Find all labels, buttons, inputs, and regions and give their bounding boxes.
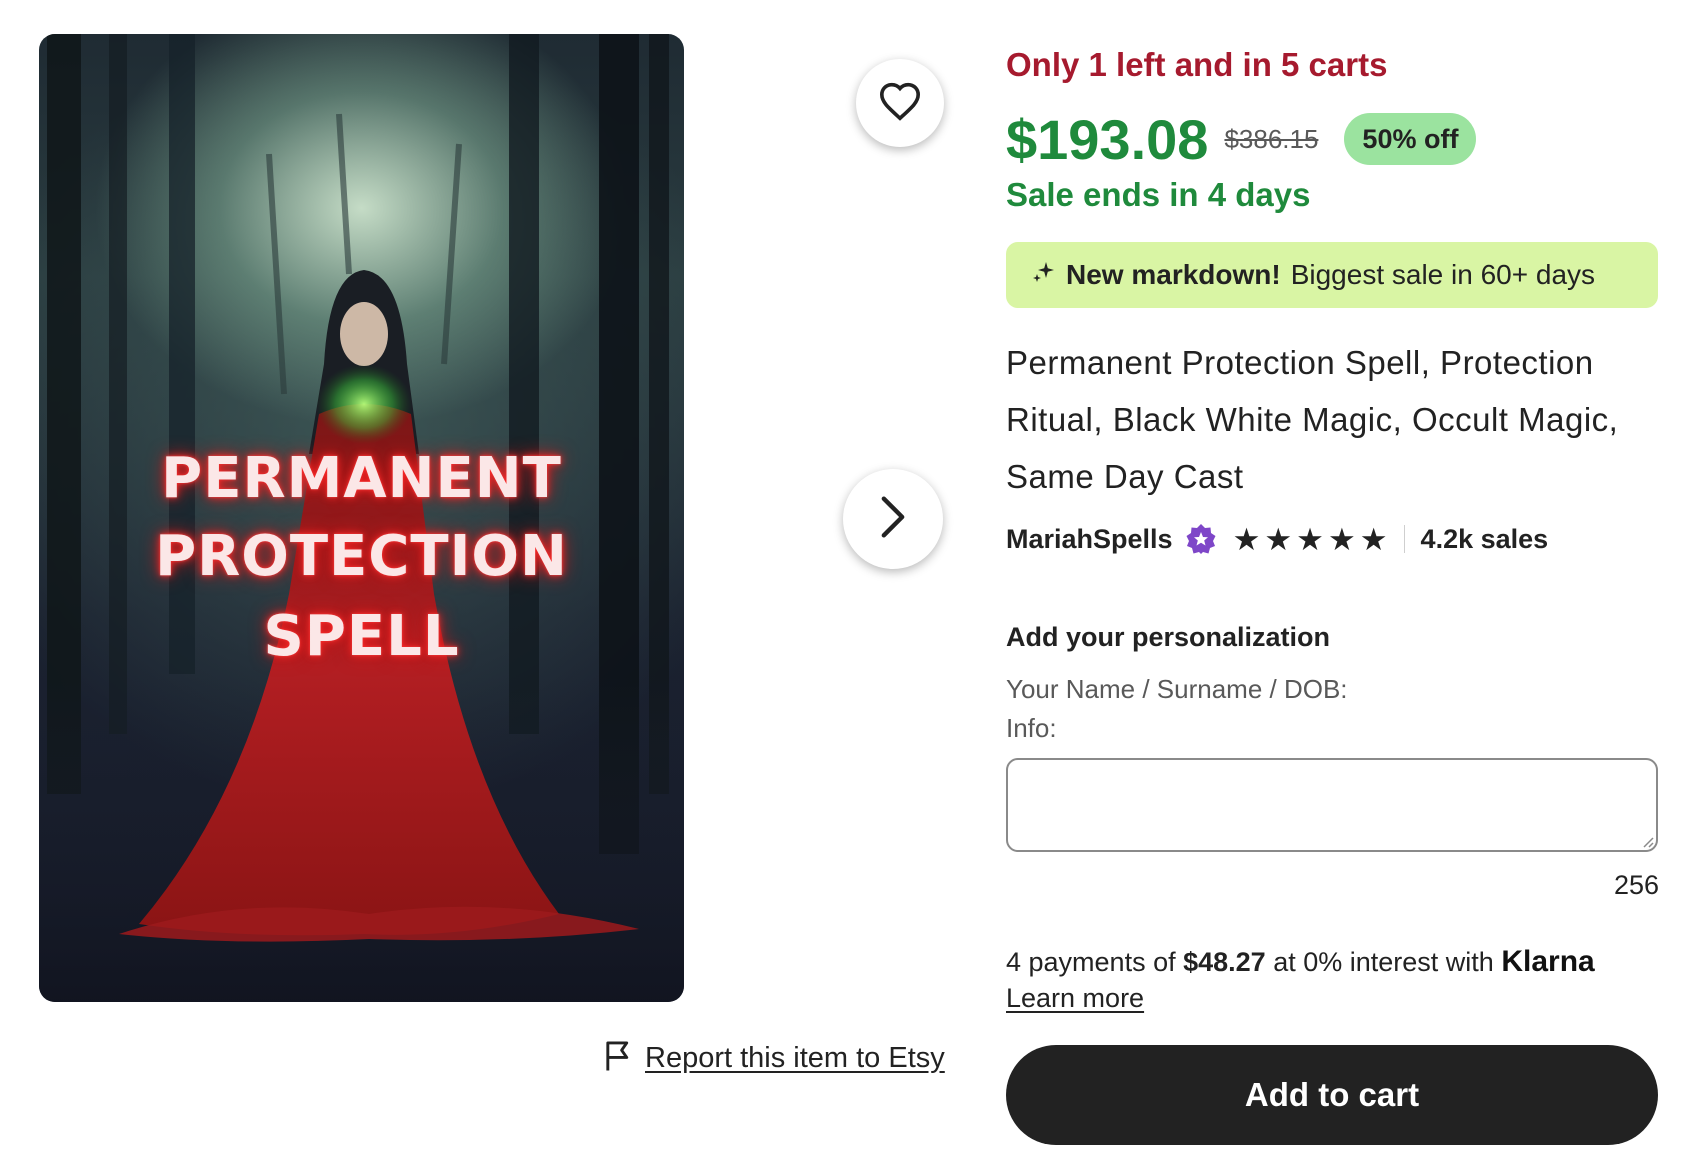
klarna-prefix: 4 payments of <box>1006 947 1176 977</box>
flag-icon <box>603 1040 633 1077</box>
klarna-logo: Klarna <box>1501 945 1595 978</box>
divider <box>1403 525 1405 553</box>
star-icon: ★ <box>1264 521 1293 557</box>
star-icon: ★ <box>1359 521 1388 557</box>
image-title-line-3: SPELL <box>263 604 460 669</box>
personalization-instruction-line-1: Your Name / Surname / DOB: <box>1006 674 1348 704</box>
seller-row: MariahSpells ★ ★ ★ ★ ★ 4.2k sales <box>1006 516 1548 562</box>
sales-count: 4.2k sales <box>1420 523 1549 554</box>
report-item-label[interactable]: Report this item to Etsy <box>645 1042 945 1075</box>
klarna-installments: 4 payments of $48.27 at 0% interest with… <box>1006 945 1595 979</box>
resize-grip-icon[interactable] <box>1640 834 1654 853</box>
sparkle-icon <box>1032 259 1056 291</box>
star-icon: ★ <box>1232 521 1261 557</box>
image-title-line-1: PERMANENT <box>161 446 562 511</box>
report-item-link[interactable]: Report this item to Etsy <box>603 1040 945 1077</box>
personalization-instructions: Your Name / Surname / DOB: Info: <box>1006 670 1348 748</box>
product-image[interactable]: PERMANENT PROTECTION SPELL <box>39 34 684 1002</box>
discount-badge: 50% off <box>1344 113 1477 165</box>
klarna-middle: at 0% interest with <box>1273 947 1494 977</box>
seller-name-link[interactable]: MariahSpells <box>1006 524 1173 555</box>
personalization-input[interactable] <box>1006 758 1658 852</box>
character-count: 256 <box>1613 870 1659 900</box>
product-photo-artwork <box>39 34 684 1002</box>
heart-outline-icon <box>878 81 922 126</box>
klarna-amount: $48.27 <box>1183 947 1266 977</box>
price-row: $193.08 $386.15 50% off <box>1006 104 1477 174</box>
markdown-banner-text: Biggest sale in 60+ days <box>1290 259 1596 290</box>
add-to-cart-button[interactable]: Add to cart <box>1006 1045 1658 1145</box>
favorite-button[interactable] <box>856 59 944 147</box>
personalization-heading: Add your personalization <box>1006 622 1331 652</box>
rating-stars[interactable]: ★ ★ ★ ★ ★ <box>1233 524 1388 555</box>
sale-price: $193.08 <box>1006 107 1209 171</box>
sale-ends-text: Sale ends in 4 days <box>1006 176 1311 213</box>
star-seller-badge-icon <box>1185 523 1217 555</box>
star-icon: ★ <box>1327 521 1356 557</box>
scarcity-message: Only 1 left and in 5 carts <box>1006 46 1388 83</box>
image-title-line-2: PROTECTION <box>155 524 568 589</box>
product-title: Permanent Protection Spell, Protection R… <box>1006 344 1619 495</box>
chevron-right-icon <box>878 495 908 544</box>
markdown-banner: New markdown! Biggest sale in 60+ days <box>1006 242 1658 308</box>
personalization-instruction-line-2: Info: <box>1006 713 1057 743</box>
next-image-button[interactable] <box>843 469 943 569</box>
learn-more-link[interactable]: Learn more <box>1006 983 1144 1014</box>
markdown-banner-strong: New markdown! <box>1066 259 1281 290</box>
original-price: $386.15 <box>1224 123 1319 154</box>
star-icon: ★ <box>1296 521 1324 557</box>
